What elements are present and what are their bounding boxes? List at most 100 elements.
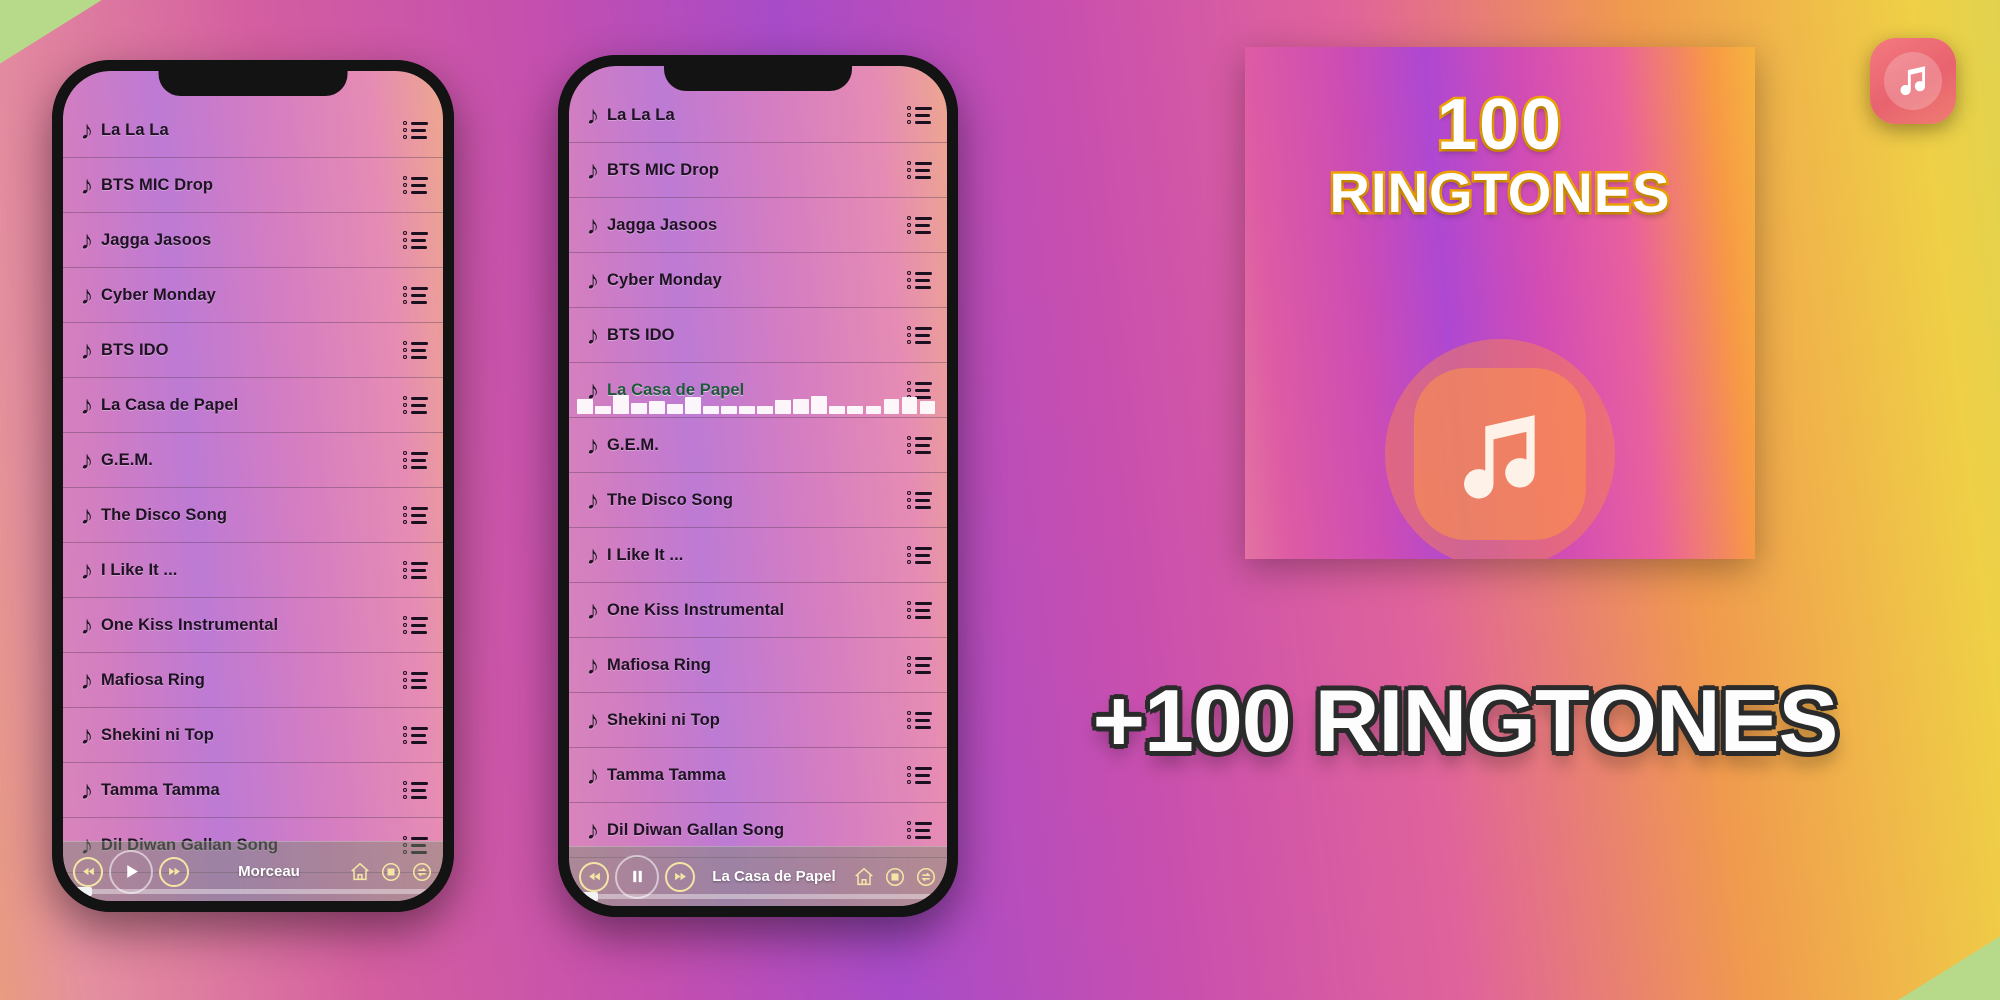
repeat-icon[interactable] (411, 861, 433, 883)
ringtone-row[interactable]: ♪ The Disco Song (569, 473, 947, 528)
fast-forward-icon[interactable] (159, 856, 189, 887)
list-icon[interactable] (907, 326, 933, 344)
list-icon[interactable] (907, 106, 933, 124)
list-icon[interactable] (403, 616, 429, 634)
fast-forward-icon[interactable] (665, 861, 695, 892)
music-note-icon: ♪ (586, 100, 600, 130)
ringtone-title: BTS IDO (607, 325, 675, 344)
player-bar-left[interactable]: Morceau (63, 841, 443, 901)
seek-knob[interactable] (75, 887, 92, 896)
ringtone-row[interactable]: ♪ One Kiss Instrumental (63, 598, 443, 653)
ringtone-row[interactable]: ♪ BTS IDO (63, 323, 443, 378)
list-icon[interactable] (907, 601, 933, 619)
list-icon[interactable] (907, 271, 933, 289)
list-icon[interactable] (907, 821, 933, 839)
music-note-icon: ♪ (586, 320, 600, 350)
home-icon[interactable] (349, 861, 371, 883)
music-note-icon: ♪ (586, 430, 600, 460)
ringtone-list[interactable]: ♪ La La La ♪ BTS MIC Drop ♪ Jagga Jasoos ♪ Cybe… (63, 71, 443, 901)
promo-screenshot: ♪ La La La ♪ BTS MIC Drop ♪ Jagga Jasoos ♪ Cybe… (0, 0, 2000, 1000)
rewind-icon[interactable] (73, 856, 103, 887)
list-icon[interactable] (907, 546, 933, 564)
ringtone-row[interactable]: ♪ Jagga Jasoos (569, 198, 947, 253)
home-icon[interactable] (853, 866, 875, 888)
list-icon[interactable] (403, 286, 429, 304)
list-icon[interactable] (907, 436, 933, 454)
music-note-icon: ♪ (80, 555, 94, 585)
music-note-icon: ♪ (80, 500, 94, 530)
ringtone-row[interactable]: ♪ La Casa de Papel (569, 363, 947, 418)
ringtone-row[interactable]: ♪ The Disco Song (63, 488, 443, 543)
ringtone-list[interactable]: ♪ La La La ♪ BTS MIC Drop ♪ Jagga Jasoos ♪ Cybe… (569, 66, 947, 906)
list-icon[interactable] (403, 396, 429, 414)
rewind-icon[interactable] (579, 861, 609, 892)
ringtone-row[interactable]: ♪ BTS MIC Drop (569, 143, 947, 198)
list-icon[interactable] (403, 671, 429, 689)
ringtone-row[interactable]: ♪ Cyber Monday (63, 268, 443, 323)
ringtone-row[interactable]: ♪ G.E.M. (569, 418, 947, 473)
badge-ring (1884, 52, 1942, 110)
ringtone-row[interactable]: ♪ I Like It ... (63, 543, 443, 598)
ringtone-row[interactable]: ♪ Mafiosa Ring (63, 653, 443, 708)
list-icon[interactable] (403, 506, 429, 524)
music-note-icon: ♪ (586, 815, 600, 845)
ringtone-title: BTS MIC Drop (607, 160, 720, 179)
stop-icon[interactable] (380, 861, 402, 883)
list-icon[interactable] (907, 711, 933, 729)
list-icon[interactable] (403, 451, 429, 469)
ringtone-row[interactable]: ♪ One Kiss Instrumental (569, 583, 947, 638)
list-icon[interactable] (403, 231, 429, 249)
phone-mockup-left: ♪ La La La ♪ BTS MIC Drop ♪ Jagga Jasoos ♪ Cybe… (52, 60, 454, 912)
ringtone-title: The Disco Song (101, 505, 228, 524)
ringtone-row[interactable]: ♪ La Casa de Papel (63, 378, 443, 433)
seek-knob[interactable] (581, 892, 598, 901)
music-note-icon: ♪ (80, 775, 94, 805)
list-icon[interactable] (403, 121, 429, 139)
list-icon[interactable] (907, 766, 933, 784)
ringtone-title: Dil Diwan Gallan Song (607, 820, 785, 839)
player-bar-right[interactable]: La Casa de Papel (569, 846, 947, 906)
music-note-icon: ♪ (586, 265, 600, 295)
play-pause-button-right[interactable] (615, 854, 659, 899)
ringtone-row[interactable]: ♪ Shekini ni Top (63, 708, 443, 763)
ringtone-row[interactable]: ♪ BTS MIC Drop (63, 158, 443, 213)
ringtone-title: Shekini ni Top (101, 725, 214, 744)
music-note-icon: ♪ (80, 280, 94, 310)
ringtone-row[interactable]: ♪ La La La (63, 103, 443, 158)
ringtone-row[interactable]: ♪ Tamma Tamma (63, 763, 443, 818)
ringtone-row[interactable]: ♪ Shekini ni Top (569, 693, 947, 748)
artwork-card: 100 RINGTONES (1245, 47, 1755, 559)
list-icon[interactable] (403, 781, 429, 799)
ringtone-row[interactable]: ♪ BTS IDO (569, 308, 947, 363)
phone-screen-left: ♪ La La La ♪ BTS MIC Drop ♪ Jagga Jasoos ♪ Cybe… (63, 71, 443, 901)
app-badge[interactable] (1870, 38, 1956, 124)
list-icon[interactable] (907, 491, 933, 509)
ringtone-row[interactable]: ♪ Mafiosa Ring (569, 638, 947, 693)
ringtone-row[interactable]: ♪ Jagga Jasoos (63, 213, 443, 268)
player-right-controls-left[interactable] (349, 861, 433, 883)
list-icon[interactable] (907, 161, 933, 179)
artwork-disc (1385, 339, 1615, 559)
list-icon[interactable] (403, 176, 429, 194)
ringtone-row[interactable]: ♪ G.E.M. (63, 433, 443, 488)
ringtone-title: Tamma Tamma (101, 780, 220, 799)
repeat-icon[interactable] (915, 866, 937, 888)
ringtone-row[interactable]: ♪ Tamma Tamma (569, 748, 947, 803)
music-note-icon: ♪ (586, 155, 600, 185)
seek-bar-left[interactable] (75, 887, 431, 896)
list-icon[interactable] (403, 561, 429, 579)
ringtone-row[interactable]: ♪ Cyber Monday (569, 253, 947, 308)
ringtone-row[interactable]: ♪ La La La (569, 88, 947, 143)
ringtone-row[interactable]: ♪ I Like It ... (569, 528, 947, 583)
list-icon[interactable] (907, 656, 933, 674)
stop-icon[interactable] (884, 866, 906, 888)
list-icon[interactable] (403, 726, 429, 744)
ringtone-title: G.E.M. (607, 435, 659, 454)
play-pause-button-left[interactable] (109, 849, 153, 894)
list-icon[interactable] (403, 341, 429, 359)
ringtone-title: Cyber Monday (101, 285, 216, 304)
seek-bar-right[interactable] (581, 892, 935, 901)
player-right-controls-right[interactable] (853, 866, 937, 888)
headline-text: +100 RINGTONES (1092, 671, 1839, 770)
list-icon[interactable] (907, 216, 933, 234)
